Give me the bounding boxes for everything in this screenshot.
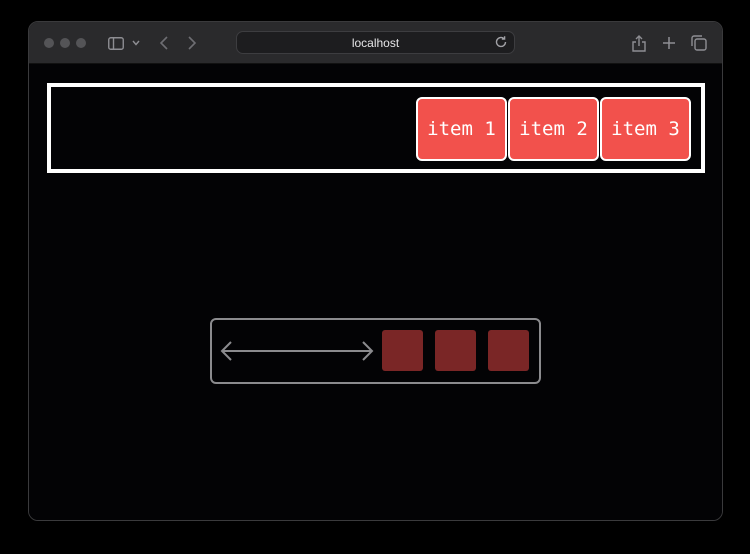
double-arrow-icon (220, 341, 374, 361)
forward-button[interactable] (183, 33, 201, 53)
justify-end-illustration (210, 318, 541, 384)
illustration-box-1 (382, 330, 423, 371)
flex-item-1: item 1 (416, 97, 507, 161)
browser-toolbar: localhost (29, 22, 722, 64)
zoom-window-button[interactable] (76, 38, 86, 48)
reload-icon[interactable] (494, 35, 508, 49)
share-icon[interactable] (630, 33, 648, 53)
close-window-button[interactable] (44, 38, 54, 48)
sidebar-icon[interactable] (107, 33, 125, 53)
back-button[interactable] (155, 33, 173, 53)
browser-window: localhost item 1 item 2 item 3 (28, 21, 723, 521)
chevron-down-icon[interactable] (130, 33, 142, 53)
illustration-box-3 (488, 330, 529, 371)
page-viewport: item 1 item 2 item 3 (29, 64, 722, 520)
minimize-window-button[interactable] (60, 38, 70, 48)
plus-icon[interactable] (660, 33, 678, 53)
flex-item-3: item 3 (600, 97, 691, 161)
address-bar[interactable]: localhost (236, 31, 515, 54)
illustration-box-2 (435, 330, 476, 371)
address-text: localhost (351, 35, 400, 50)
flex-item-2: item 2 (508, 97, 599, 161)
flex-container: item 1 item 2 item 3 (47, 83, 705, 173)
tabs-overview-icon[interactable] (690, 33, 708, 53)
